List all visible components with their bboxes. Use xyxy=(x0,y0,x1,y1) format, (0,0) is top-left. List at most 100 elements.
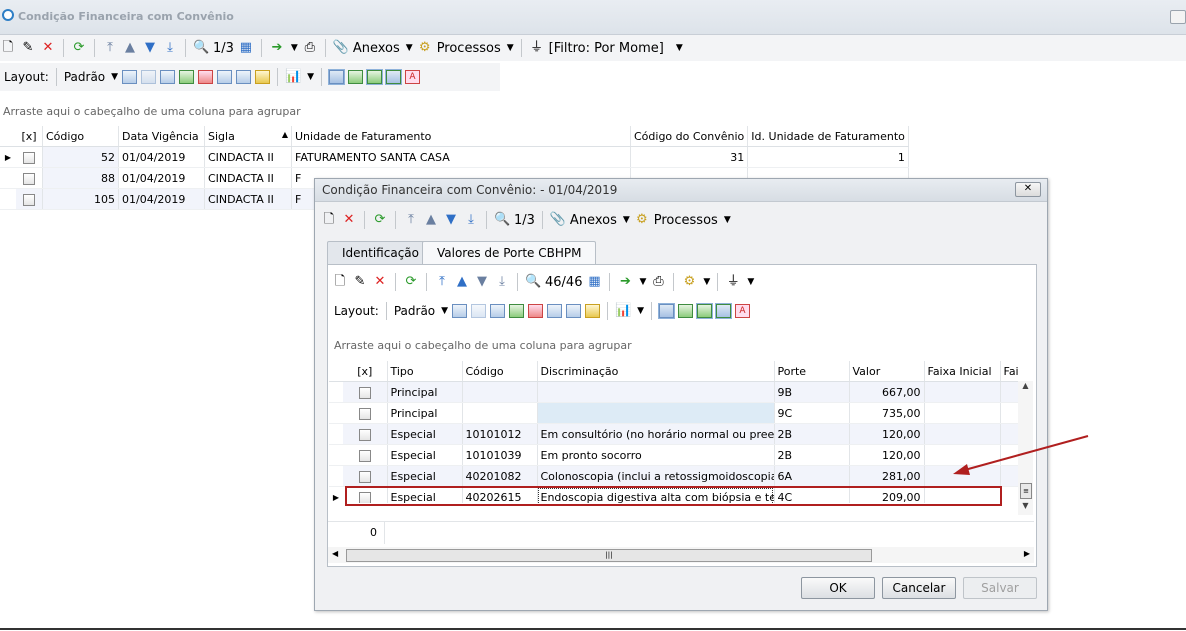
font-icon[interactable]: A xyxy=(734,304,750,318)
cell-porte[interactable]: 9C xyxy=(774,402,850,424)
previous-record-icon[interactable]: ▲ xyxy=(122,40,138,56)
first-record-icon[interactable]: ⤒ xyxy=(102,40,118,56)
refresh-icon[interactable]: ⟳ xyxy=(372,212,388,228)
cell-sigla[interactable]: CINDACTA II xyxy=(204,146,292,168)
gears-icon[interactable]: ⚙ xyxy=(417,40,433,56)
layout-export-icon[interactable] xyxy=(528,304,544,318)
save-button[interactable]: Salvar xyxy=(963,577,1037,599)
cell-tipo[interactable]: Especial xyxy=(387,465,463,487)
refresh-icon[interactable]: ⟳ xyxy=(71,40,87,56)
paperclip-icon[interactable]: 📎 xyxy=(333,40,349,56)
col-faixa-inicial[interactable]: Faixa Inicial xyxy=(924,361,1001,382)
previous-record-icon[interactable]: ▲ xyxy=(423,212,439,228)
layout-filter-icon[interactable] xyxy=(547,304,563,318)
filter-icon[interactable]: ⏚ xyxy=(725,274,741,290)
font-icon[interactable]: A xyxy=(404,70,420,84)
cell-codigo[interactable]: 52 xyxy=(42,146,119,168)
row-checkbox-cell[interactable] xyxy=(343,381,388,403)
col-id-unidade[interactable]: Id. Unidade de Faturamento xyxy=(747,126,909,147)
cell-codigo[interactable]: 88 xyxy=(42,167,119,189)
cell-porte[interactable]: 2B xyxy=(774,423,850,445)
chart-dropdown-icon[interactable]: ▼ xyxy=(637,306,644,316)
layout-copy-icon[interactable] xyxy=(471,304,487,318)
table-row[interactable]: Principal 9B 667,00 xyxy=(329,381,1018,403)
scroll-right-icon[interactable]: ▶ xyxy=(1024,549,1030,558)
cell-porte[interactable]: 9B xyxy=(774,381,850,403)
cell-discriminacao[interactable]: Colonoscopia (inclui a retossigmoidoscop… xyxy=(537,465,775,487)
col-codigo[interactable]: Código xyxy=(462,361,538,382)
ok-button[interactable]: OK xyxy=(801,577,875,599)
cell-codigo[interactable]: 10101039 xyxy=(462,444,538,466)
col-codigo[interactable]: Código xyxy=(42,126,119,147)
row-checkbox[interactable] xyxy=(358,470,371,483)
layout-export-icon[interactable] xyxy=(198,70,214,84)
last-record-icon[interactable]: ⤓ xyxy=(463,212,479,228)
anexos-button[interactable]: Anexos xyxy=(353,41,400,56)
row-checkbox[interactable] xyxy=(23,193,35,206)
col-valor[interactable]: Valor xyxy=(849,361,925,382)
row-checkbox-cell[interactable] xyxy=(343,402,388,424)
chart-icon[interactable]: 📊 xyxy=(615,303,631,319)
print-icon[interactable]: ⎙ xyxy=(302,40,318,56)
cell-sigla[interactable]: CINDACTA II xyxy=(204,167,292,189)
row-checkbox-cell[interactable] xyxy=(343,423,388,445)
close-icon[interactable]: ✕ xyxy=(1015,182,1041,197)
cell-faixa-inicial[interactable] xyxy=(924,402,1001,424)
gears-icon[interactable]: ⚙ xyxy=(634,212,650,228)
filter-icon[interactable]: ⏚ xyxy=(529,40,545,56)
cell-cod-conv[interactable]: 31 xyxy=(630,146,749,168)
view-footer-icon[interactable] xyxy=(714,303,732,319)
cell-faixa[interactable] xyxy=(1000,486,1018,503)
filter-dropdown-icon[interactable]: ▼ xyxy=(676,43,683,53)
scroll-thumb-horizontal[interactable]: ||| xyxy=(346,549,872,562)
cell-valor[interactable]: 667,00 xyxy=(849,381,925,403)
tab-identificacao[interactable]: Identificação xyxy=(327,241,434,264)
binoculars-icon[interactable]: 🔍 xyxy=(193,40,209,56)
cell-id-unidade[interactable]: 1 xyxy=(747,146,909,168)
new-document-icon[interactable]: 🗋 xyxy=(0,40,16,56)
cell-data[interactable]: 01/04/2019 xyxy=(118,188,205,210)
cell-discriminacao[interactable]: Em consultório (no horário normal ou pre… xyxy=(537,423,775,445)
col-select[interactable]: [x] xyxy=(16,126,43,147)
col-discriminacao[interactable]: Discriminação xyxy=(537,361,775,382)
scroll-left-icon[interactable]: ◀ xyxy=(332,549,338,558)
new-document-icon[interactable]: 🗋 xyxy=(321,212,337,228)
col-select[interactable]: [x] xyxy=(343,361,388,382)
anexos-dropdown-icon[interactable]: ▼ xyxy=(623,215,630,225)
export-dropdown-icon[interactable]: ▼ xyxy=(639,277,646,287)
delete-icon[interactable]: ✕ xyxy=(341,212,357,228)
cell-codigo[interactable] xyxy=(462,402,538,424)
col-data-vigencia[interactable]: Data Vigência xyxy=(118,126,205,147)
layout-save-icon[interactable] xyxy=(122,70,138,84)
first-record-icon[interactable]: ⤒ xyxy=(434,274,450,290)
cell-porte[interactable]: 2B xyxy=(774,444,850,466)
chart-dropdown-icon[interactable]: ▼ xyxy=(307,72,314,82)
last-record-icon[interactable]: ⤓ xyxy=(494,274,510,290)
filter-dropdown-icon[interactable]: ▼ xyxy=(747,277,754,287)
cell-codigo[interactable]: 105 xyxy=(42,188,119,210)
cell-valor[interactable]: 735,00 xyxy=(849,402,925,424)
scroll-up-icon[interactable]: ▲ xyxy=(1018,381,1033,390)
binoculars-icon[interactable]: 🔍 xyxy=(494,212,510,228)
layout-sum-icon[interactable] xyxy=(236,70,252,84)
edit-icon[interactable]: ✎ xyxy=(352,274,368,290)
cell-valor[interactable]: 120,00 xyxy=(849,444,925,466)
view-list-icon[interactable] xyxy=(657,303,675,319)
delete-icon[interactable]: ✕ xyxy=(372,274,388,290)
new-document-icon[interactable]: 🗋 xyxy=(332,274,348,290)
cell-tipo[interactable]: Principal xyxy=(387,381,463,403)
col-porte[interactable]: Porte xyxy=(774,361,850,382)
gears-dropdown-icon[interactable]: ▼ xyxy=(703,277,710,287)
cell-faixa[interactable] xyxy=(1000,381,1018,403)
cell-codigo[interactable]: 10101012 xyxy=(462,423,538,445)
anexos-button[interactable]: Anexos xyxy=(570,213,617,228)
cell-data[interactable]: 01/04/2019 xyxy=(118,146,205,168)
table-row[interactable]: ▶ 52 01/04/2019 CINDACTA II FATURAMENTO … xyxy=(0,146,909,168)
layout-filter-icon[interactable] xyxy=(217,70,233,84)
filter-button[interactable]: [Filtro: Por Mome] xyxy=(549,41,664,56)
print-icon[interactable]: ⎙ xyxy=(650,274,666,290)
edit-icon[interactable]: ✎ xyxy=(20,40,36,56)
cell-discriminacao[interactable]: Em pronto socorro xyxy=(537,444,775,466)
layout-edit-icon[interactable] xyxy=(585,304,601,318)
view-green-icon[interactable] xyxy=(347,70,363,84)
